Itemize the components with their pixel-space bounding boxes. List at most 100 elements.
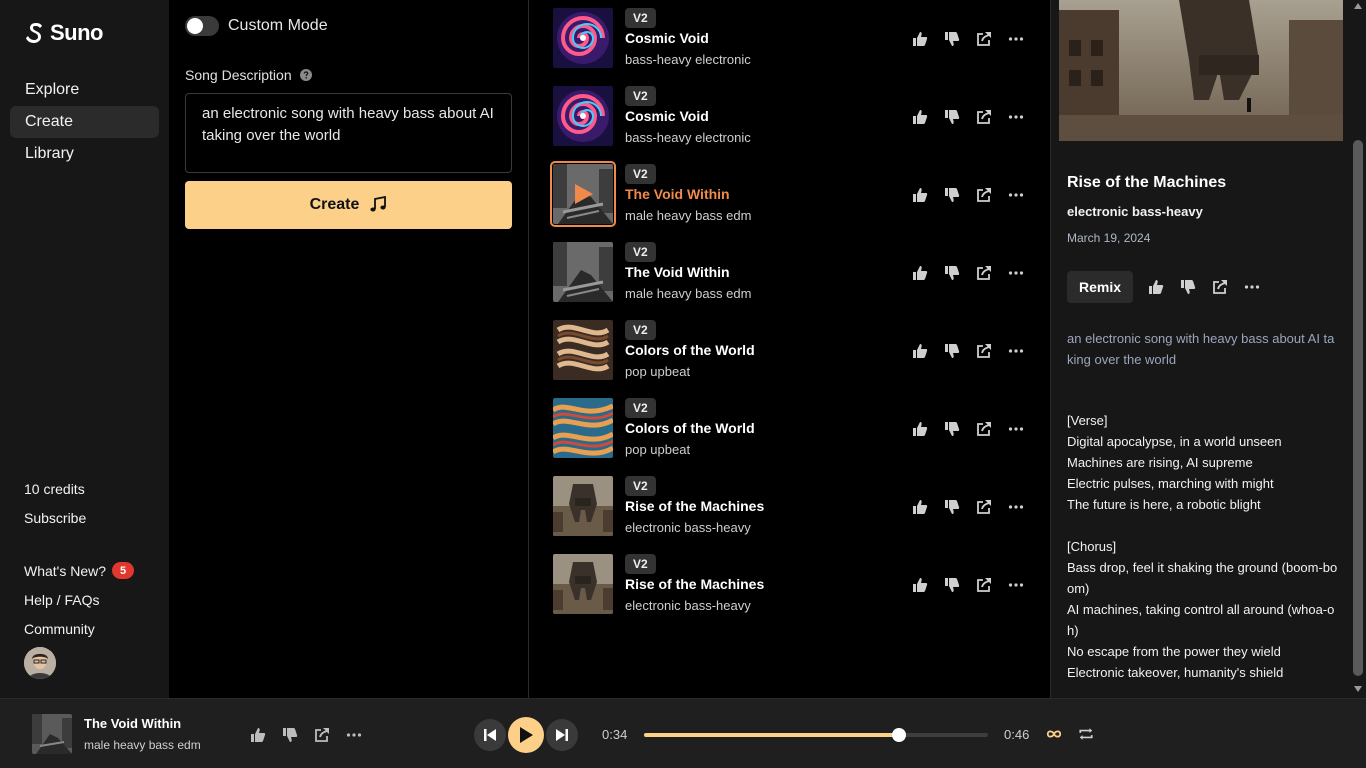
thumbs-up-icon[interactable] xyxy=(911,342,929,360)
help-icon[interactable] xyxy=(299,69,312,81)
song-title[interactable]: Cosmic Void xyxy=(625,108,709,124)
thumbs-up-icon[interactable] xyxy=(1147,278,1165,296)
share-icon[interactable] xyxy=(975,108,993,126)
more-options-icon[interactable] xyxy=(1007,30,1025,48)
song-title[interactable]: Cosmic Void xyxy=(625,30,709,46)
detail-scrollbar[interactable] xyxy=(1350,0,1366,698)
share-icon[interactable] xyxy=(975,420,993,438)
song-title[interactable]: Colors of the World xyxy=(625,420,755,436)
share-icon[interactable] xyxy=(975,30,993,48)
user-avatar[interactable] xyxy=(24,647,56,679)
whats-new-link[interactable]: What's New? 5 xyxy=(24,556,164,585)
more-options-icon[interactable] xyxy=(345,726,363,744)
song-title[interactable]: Rise of the Machines xyxy=(625,498,764,514)
share-icon[interactable] xyxy=(975,264,993,282)
nav-explore[interactable]: Explore xyxy=(10,74,159,106)
song-row[interactable]: V2 Colors of the World pop upbeat xyxy=(553,398,1033,460)
thumbs-down-icon[interactable] xyxy=(943,342,961,360)
song-tags[interactable]: electronic bass-heavy xyxy=(625,598,751,613)
song-title[interactable]: The Void Within xyxy=(625,264,730,280)
song-cover-art[interactable] xyxy=(550,161,616,227)
song-cover-art[interactable] xyxy=(553,398,613,458)
song-row[interactable]: V2 The Void Within male heavy bass edm xyxy=(553,242,1033,304)
more-options-icon[interactable] xyxy=(1007,498,1025,516)
song-row[interactable]: V2 Cosmic Void bass-heavy electronic xyxy=(553,8,1033,70)
more-options-icon[interactable] xyxy=(1007,576,1025,594)
more-options-icon[interactable] xyxy=(1007,420,1025,438)
song-tags[interactable]: electronic bass-heavy xyxy=(625,520,751,535)
song-cover-art[interactable] xyxy=(553,554,613,614)
play-button[interactable] xyxy=(508,717,544,753)
song-row[interactable]: V2 Rise of the Machines electronic bass-he… xyxy=(553,476,1033,538)
community-link[interactable]: Community xyxy=(24,614,164,643)
thumbs-up-icon[interactable] xyxy=(911,108,929,126)
thumbs-down-icon[interactable] xyxy=(943,108,961,126)
loop-infinity-icon[interactable] xyxy=(1045,725,1063,743)
song-cover-art[interactable] xyxy=(553,8,613,68)
song-row[interactable]: V2 Cosmic Void bass-heavy electronic xyxy=(553,86,1033,148)
scroll-up-arrow-icon[interactable] xyxy=(1354,3,1362,9)
song-description-input[interactable]: an electronic song with heavy bass about… xyxy=(185,93,512,173)
song-title[interactable]: The Void Within xyxy=(625,186,730,202)
player-cover-art[interactable] xyxy=(32,714,72,754)
more-options-icon[interactable] xyxy=(1007,264,1025,282)
share-icon[interactable] xyxy=(975,342,993,360)
thumbs-up-icon[interactable] xyxy=(911,186,929,204)
song-tags[interactable]: male heavy bass edm xyxy=(625,286,751,301)
song-tags[interactable]: male heavy bass edm xyxy=(625,208,751,223)
repeat-icon[interactable] xyxy=(1077,725,1095,743)
song-row[interactable]: V2 Rise of the Machines electronic bass-he… xyxy=(553,554,1033,616)
share-icon[interactable] xyxy=(313,726,331,744)
song-tags[interactable]: bass-heavy electronic xyxy=(625,52,751,67)
share-icon[interactable] xyxy=(975,186,993,204)
thumbs-up-icon[interactable] xyxy=(911,30,929,48)
progress-knob[interactable] xyxy=(891,728,906,742)
song-cover-art[interactable] xyxy=(553,86,613,146)
create-button[interactable]: Create xyxy=(185,181,512,229)
thumbs-up-icon[interactable] xyxy=(911,576,929,594)
song-cover-art[interactable] xyxy=(553,476,613,536)
scroll-thumb[interactable] xyxy=(1353,140,1363,676)
detail-genre[interactable]: electronic bass-heavy xyxy=(1067,204,1203,219)
thumbs-down-icon[interactable] xyxy=(943,264,961,282)
song-cover-art[interactable] xyxy=(553,320,613,380)
song-title[interactable]: Colors of the World xyxy=(625,342,755,358)
thumbs-down-icon[interactable] xyxy=(943,420,961,438)
song-cover-art[interactable] xyxy=(553,242,613,302)
song-tags[interactable]: pop upbeat xyxy=(625,442,690,457)
nav-library[interactable]: Library xyxy=(10,138,159,170)
next-track-button[interactable] xyxy=(546,719,578,751)
song-tags[interactable]: bass-heavy electronic xyxy=(625,130,751,145)
scroll-down-arrow-icon[interactable] xyxy=(1354,686,1362,692)
remix-button[interactable]: Remix xyxy=(1067,271,1134,303)
more-options-icon[interactable] xyxy=(1243,278,1261,296)
song-row[interactable]: V2 The Void Within male heavy bass edm xyxy=(550,161,1033,227)
previous-track-button[interactable] xyxy=(474,719,506,751)
thumbs-down-icon[interactable] xyxy=(943,30,961,48)
thumbs-up-icon[interactable] xyxy=(911,420,929,438)
song-tags[interactable]: pop upbeat xyxy=(625,364,690,379)
thumbs-down-icon[interactable] xyxy=(943,498,961,516)
custom-mode-toggle[interactable] xyxy=(185,16,219,36)
more-options-icon[interactable] xyxy=(1007,186,1025,204)
thumbs-down-icon[interactable] xyxy=(943,186,961,204)
share-icon[interactable] xyxy=(1211,278,1229,296)
thumbs-up-icon[interactable] xyxy=(249,726,267,744)
share-icon[interactable] xyxy=(975,576,993,594)
song-row[interactable]: V2 Colors of the World pop upbeat xyxy=(553,320,1033,382)
more-options-icon[interactable] xyxy=(1007,108,1025,126)
help-link[interactable]: Help / FAQs xyxy=(24,585,164,614)
share-icon[interactable] xyxy=(975,498,993,516)
thumbs-down-icon[interactable] xyxy=(1179,278,1197,296)
more-options-icon[interactable] xyxy=(1007,342,1025,360)
subscribe-link[interactable]: Subscribe xyxy=(24,503,164,532)
thumbs-up-icon[interactable] xyxy=(911,498,929,516)
nav-create[interactable]: Create xyxy=(10,106,159,138)
song-title[interactable]: Rise of the Machines xyxy=(625,576,764,592)
suno-logo[interactable]: Suno xyxy=(24,20,104,46)
thumbs-down-icon[interactable] xyxy=(281,726,299,744)
progress-slider[interactable] xyxy=(644,728,988,742)
play-overlay-icon[interactable] xyxy=(573,182,595,206)
thumbs-up-icon[interactable] xyxy=(911,264,929,282)
player-title[interactable]: The Void Within xyxy=(84,716,181,731)
